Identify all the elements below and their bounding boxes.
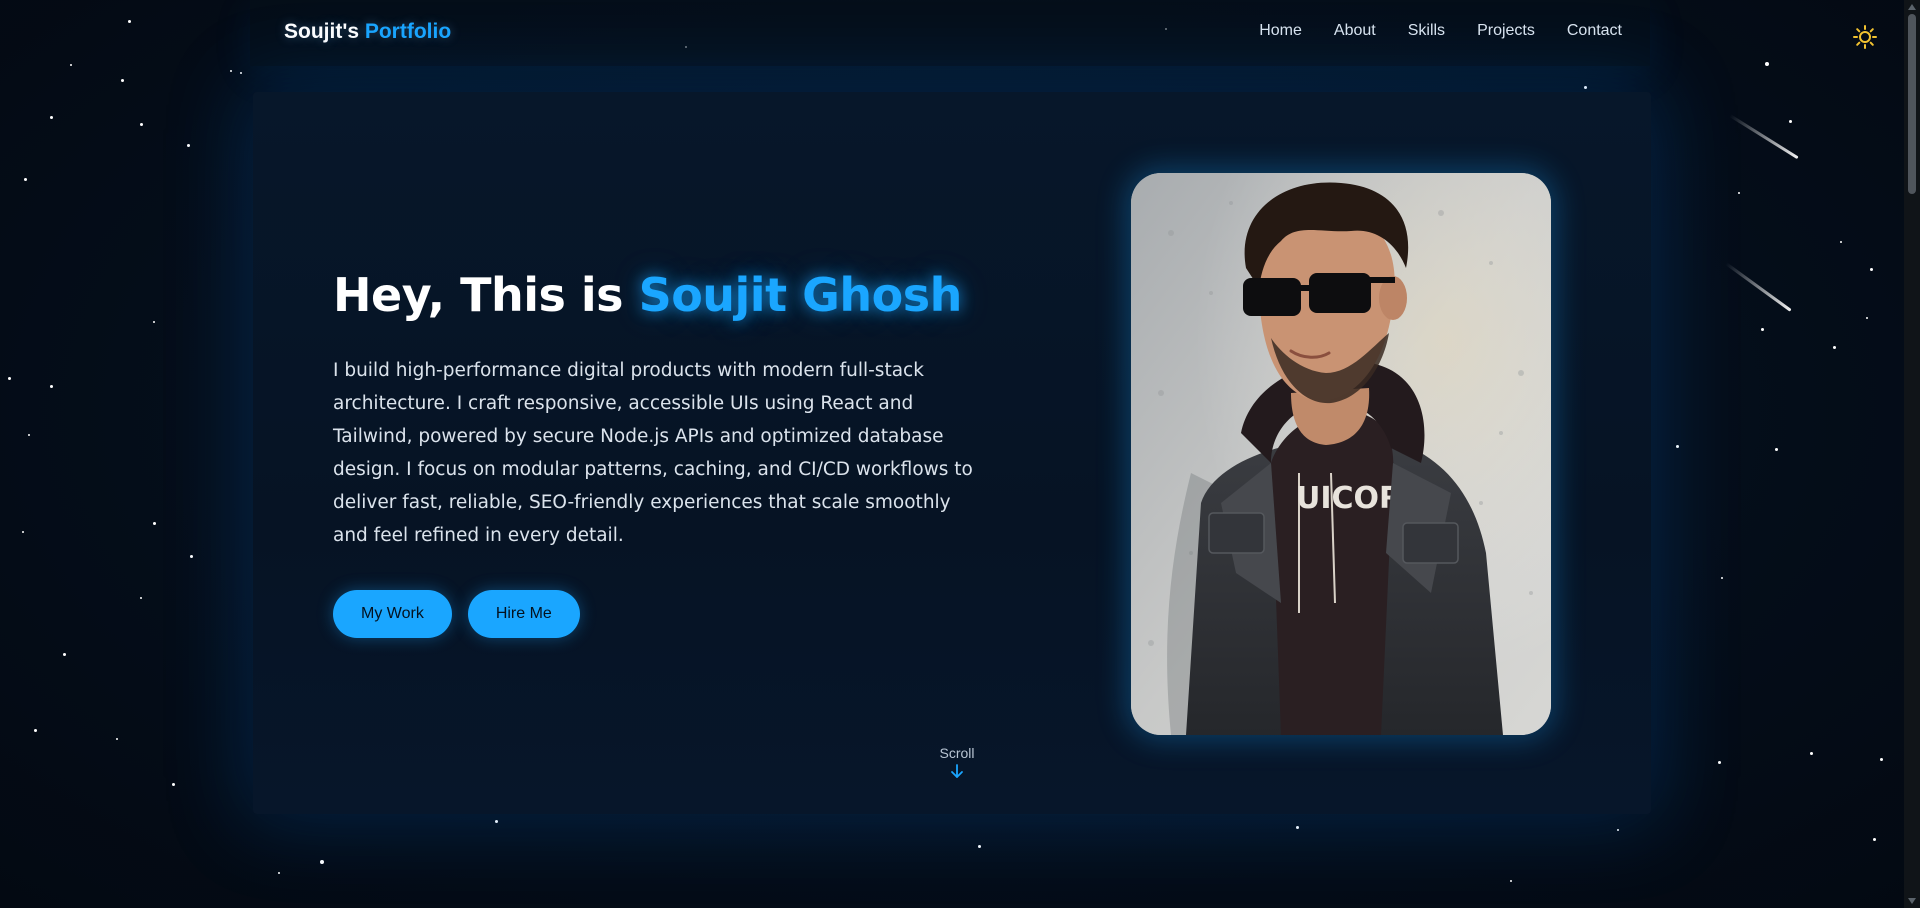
nav-link-contact[interactable]: Contact bbox=[1567, 22, 1622, 40]
logo-name: Soujit's bbox=[284, 20, 359, 43]
theme-toggle-button[interactable] bbox=[1852, 24, 1878, 50]
hero-title: Hey, This is Soujit Ghosh bbox=[333, 268, 962, 322]
hero-section: Hey, This is Soujit Ghosh I build high-p… bbox=[253, 92, 1651, 814]
scroll-down-icon[interactable] bbox=[1908, 898, 1916, 904]
hire-me-button[interactable]: Hire Me bbox=[467, 590, 580, 638]
hero-title-prefix: Hey, This is bbox=[333, 268, 624, 322]
nav-link-skills[interactable]: Skills bbox=[1408, 22, 1445, 40]
scroll-indicator[interactable]: Scroll bbox=[917, 745, 997, 779]
arrow-down-icon bbox=[951, 764, 963, 778]
profile-photo: UICOR bbox=[1131, 173, 1551, 735]
scroll-label: Scroll bbox=[939, 745, 975, 761]
scroll-up-icon[interactable] bbox=[1908, 4, 1916, 10]
portfolio-page: Soujit's Portfolio Home About Skills Pro… bbox=[0, 0, 1920, 908]
nav-links: Home About Skills Projects Contact bbox=[1259, 22, 1622, 40]
page-scrollbar[interactable] bbox=[1904, 0, 1920, 908]
sun-icon bbox=[1853, 25, 1877, 49]
svg-text:UICOR: UICOR bbox=[1296, 481, 1402, 516]
hero-description: I build high-performance digital product… bbox=[333, 360, 973, 546]
hero-title-name: Soujit Ghosh bbox=[638, 268, 963, 322]
portrait-illustration: UICOR bbox=[1131, 173, 1551, 735]
top-navbar: Soujit's Portfolio Home About Skills Pro… bbox=[250, 0, 1650, 66]
my-work-button[interactable]: My Work bbox=[333, 590, 452, 638]
logo-accent: Portfolio bbox=[364, 20, 452, 43]
nav-link-projects[interactable]: Projects bbox=[1477, 22, 1535, 40]
scrollbar-thumb[interactable] bbox=[1908, 14, 1916, 194]
nav-link-about[interactable]: About bbox=[1334, 22, 1376, 40]
hero-buttons: My Work Hire Me bbox=[333, 590, 580, 638]
nav-link-home[interactable]: Home bbox=[1259, 22, 1302, 40]
site-logo[interactable]: Soujit's Portfolio bbox=[284, 20, 451, 44]
